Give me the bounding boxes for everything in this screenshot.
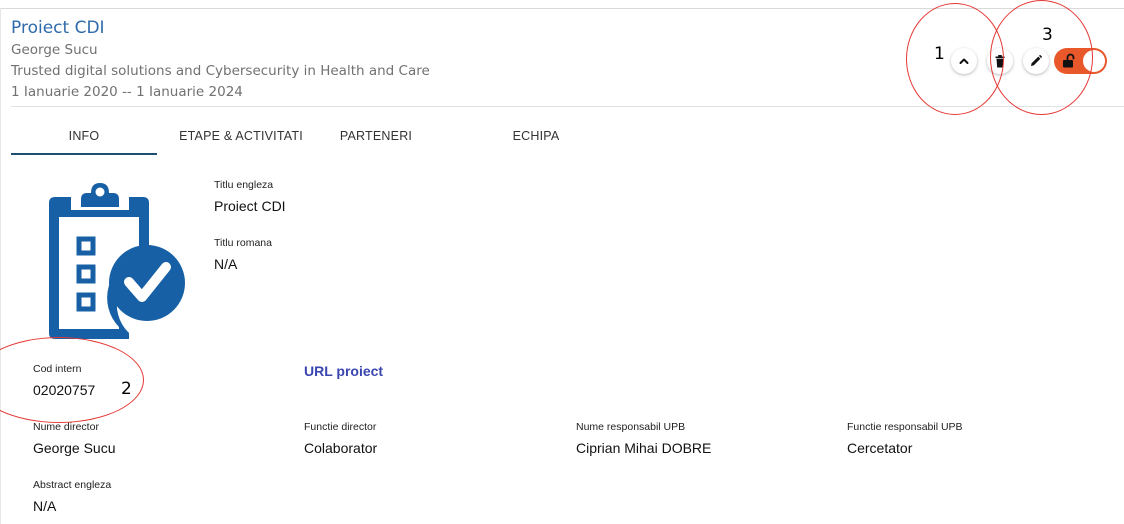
annotation-circle-3 [990,0,1093,115]
functie-director-field: Functie director Colaborator [304,420,377,458]
tab-echipa[interactable]: ECHIPA [481,117,591,155]
functie-director-label: Functie director [304,421,377,433]
annotation-number-2: 2 [121,379,132,399]
functie-responsabil-field: Functie responsabil UPB Cercetator [847,420,963,458]
nume-responsabil-value: Ciprian Mihai DOBRE [576,440,712,456]
tab-parteneri[interactable]: PARTENERI [321,117,431,155]
nume-responsabil-label: Nume responsabil UPB [576,421,686,433]
project-header: Proiect CDI George Sucu Trusted digital … [11,16,861,103]
abstract-engleza-value: N/A [33,498,57,514]
titlu-engleza-field: Titlu engleza Proiect CDI [214,178,286,216]
project-description: Trusted digital solutions and Cybersecur… [11,63,430,79]
project-director: George Sucu [11,42,98,58]
clipboard-check-icon [49,183,185,339]
nume-director-field: Nume director George Sucu [33,420,116,458]
tab-info[interactable]: INFO [11,117,157,155]
url-proiect-link[interactable]: URL proiect [304,363,383,379]
project-detail-page: Proiect CDI George Sucu Trusted digital … [0,0,1124,524]
tab-etape-activitati[interactable]: ETAPE & ACTIVITATI [171,117,311,155]
functie-responsabil-value: Cercetator [847,440,913,456]
functie-director-value: Colaborator [304,440,378,456]
titlu-engleza-label: Titlu engleza [214,179,274,191]
titlu-engleza-value: Proiect CDI [214,198,286,214]
abstract-engleza-label: Abstract engleza [33,479,112,491]
functie-responsabil-label: Functie responsabil UPB [847,421,963,433]
annotation-number-3: 3 [1042,25,1053,45]
titlu-romana-value: N/A [214,256,238,272]
annotation-number-1: 1 [934,44,945,64]
titlu-romana-field: Titlu romana N/A [214,236,272,274]
nume-responsabil-field: Nume responsabil UPB Ciprian Mihai DOBRE [576,420,711,458]
titlu-romana-label: Titlu romana [214,237,272,249]
nume-director-value: George Sucu [33,440,116,456]
project-title: Proiect CDI [11,18,105,38]
project-period: 1 Ianuarie 2020 -- 1 Ianuarie 2024 [11,84,243,100]
left-border [0,8,1,524]
tab-bar: INFO ETAPE & ACTIVITATI PARTENERI ECHIPA [11,117,1124,155]
abstract-engleza-field: Abstract engleza N/A [33,478,111,516]
